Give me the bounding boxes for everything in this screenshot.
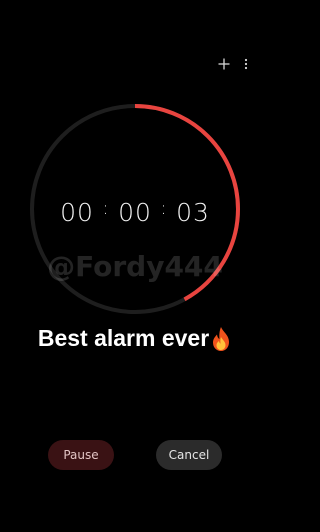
timer-separator: :	[102, 197, 110, 219]
caption-text: Best alarm ever	[37, 325, 210, 351]
timer-hours: 00	[60, 197, 94, 227]
pause-button[interactable]: Pause	[48, 440, 114, 470]
caption-overlay: Best alarm ever	[0, 325, 270, 352]
timer-display: 00 : 00 : 03	[0, 190, 270, 234]
timer-minutes: 00	[118, 197, 152, 227]
timer-screen: 00 : 00 : 03 @Fordy444 Best alarm ever P…	[0, 0, 270, 532]
fire-icon	[210, 326, 232, 352]
timer-seconds: 03	[176, 197, 210, 227]
cancel-button[interactable]: Cancel	[156, 440, 222, 470]
timer-separator: :	[160, 197, 168, 219]
watermark: @Fordy444	[47, 250, 223, 283]
